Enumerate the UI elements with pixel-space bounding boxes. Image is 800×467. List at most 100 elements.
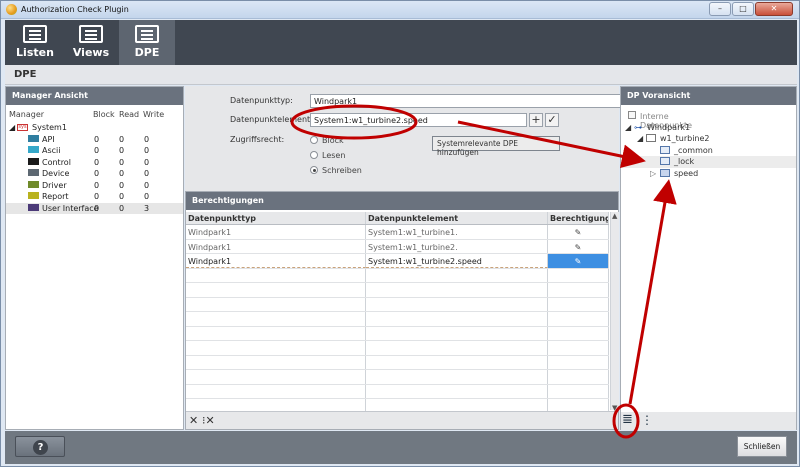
pencil-icon[interactable]: ✎ [548,239,609,253]
cell-permission [548,370,609,384]
permission-row[interactable]: Windpark1 System1:w1_turbine1. ✎ [186,225,609,240]
cell-element[interactable]: System1:w1_turbine2. [366,239,548,253]
manager-cell-block: 0 [94,146,100,155]
manager-row[interactable]: Device 0 0 0 [6,168,183,180]
dpe-form: Datenpunkttyp: Windpark1 Datenpunkteleme… [185,86,637,191]
empty-row [186,268,609,283]
permissions-footer: ✕ ⁝✕ [186,411,618,429]
cell-permission [548,297,609,311]
manager-cell-write: 0 [144,146,150,155]
internal-dp-checkbox[interactable]: Interne Datenpunkte [621,110,796,130]
cell-permission [548,326,609,340]
app-window: Authorization Check Plugin – □ ✕ Listen … [0,0,800,467]
permission-row[interactable]: Windpark1 System1:w1_turbine2.speed ✎ [186,254,609,269]
tree-leaf-common[interactable]: _common [621,145,796,157]
toolbar-views-button[interactable]: Views [63,20,119,65]
manager-table-header: Manager Block Read Write [6,110,183,122]
cell-permission [548,283,609,297]
manager-cell-block: 0 [94,180,100,190]
col-datenpunkttyp[interactable]: Datenpunkttyp [186,212,366,224]
scroll-up-icon[interactable]: ▲ [612,212,617,220]
empty-row [186,326,609,341]
close-button[interactable]: Schließen [737,436,787,457]
type-input[interactable]: Windpark1 [310,94,637,108]
permission-row[interactable]: Windpark1 System1:w1_turbine2. ✎ [186,239,609,254]
radio-write-circle[interactable] [310,166,318,174]
tree-root-system1[interactable]: ◢ sys System1 [6,122,183,134]
manager-cell-write: 3 [144,203,150,213]
radio-read-label: Lesen [322,151,346,160]
config-icon [660,145,670,154]
radio-read-circle[interactable] [310,151,318,159]
manager-cell-block: 0 [94,203,100,213]
cell-element[interactable]: System1:w1_turbine1. [366,225,548,239]
permissions-panel: Berechtigungen Datenpunkttyp Datenpunkte… [185,191,619,430]
help-button[interactable]: ? [15,436,65,457]
expand-arrow-icon[interactable]: ◢ [625,123,631,132]
minimize-button[interactable]: – [709,2,731,16]
maximize-button[interactable]: □ [732,2,754,16]
manager-row[interactable]: Report 0 0 0 [6,191,183,203]
bottom-bar: ? Schließen [5,431,797,464]
checkbox-icon[interactable] [628,111,636,119]
cell-type [186,384,366,398]
pencil-icon[interactable]: ✎ [548,225,609,239]
manager-cell-name: Report [42,192,69,201]
tree-leaf-speed[interactable]: ▷ speed [621,168,796,180]
manager-color-icon [28,169,39,176]
radio-block[interactable]: Block [310,136,344,145]
tree-leaf-lock[interactable]: _lock [621,156,796,168]
manager-row[interactable]: Driver 0 0 0 [6,180,183,192]
cell-element [366,283,548,297]
close-window-button[interactable]: ✕ [755,2,793,16]
expand-arrow-icon[interactable]: ◢ [9,123,15,132]
col-datenpunktelement[interactable]: Datenpunktelement [366,212,548,224]
manager-row[interactable]: Ascii 0 0 0 [6,145,183,157]
permissions-title: Berechtigungen [186,192,618,210]
toolbar-dpe-button[interactable]: DPE [119,20,175,65]
cell-type [186,283,366,297]
element-input[interactable]: System1:w1_turbine2.speed [310,113,527,127]
confirm-icon[interactable]: ✓ [545,113,559,127]
radio-read[interactable]: Lesen [310,151,345,160]
tree-root-label: System1 [32,123,67,132]
pencil-icon[interactable]: ✎ [548,254,609,268]
permissions-scrollbar[interactable]: ▲ ▼ [610,212,619,412]
manager-cell-read: 0 [119,192,125,201]
delete-all-icon[interactable]: ⁝✕ [202,414,215,427]
col-berechtigung[interactable]: Berechtigung [548,212,609,224]
collapse-arrow-icon[interactable]: ▷ [650,169,656,178]
add-icon[interactable]: + [529,113,543,127]
manager-row[interactable]: User Interface 0 0 3 [6,202,183,214]
manager-cell-read: 0 [119,157,125,167]
manager-cell-name: Control [42,157,71,167]
manager-row[interactable]: Control 0 0 0 [6,157,183,169]
radio-block-label: Block [322,136,344,145]
list-view-icon[interactable]: ≣ [622,412,633,427]
toolbar-listen-button[interactable]: Listen [7,20,63,65]
manager-cell-write: 0 [144,180,150,190]
radio-block-circle[interactable] [310,136,318,144]
cell-permission [548,355,609,369]
cell-element[interactable]: System1:w1_turbine2.speed [366,254,548,268]
cell-type[interactable]: Windpark1 [186,239,366,253]
tree-node-windpark1[interactable]: ◢ ⊶ Windpark1 [621,122,796,134]
app-icon [6,4,17,15]
manager-row[interactable]: API 0 0 0 [6,134,183,146]
cell-element [366,384,548,398]
expand-arrow-icon[interactable]: ◢ [637,134,643,143]
cell-permission [548,384,609,398]
manager-cell-read: 0 [119,169,125,178]
tree-view-icon[interactable]: ⋮ [641,413,653,427]
cell-type [186,268,366,282]
tree-leaf-label: _common [674,145,713,155]
delete-icon[interactable]: ✕ [189,414,198,427]
radio-write[interactable]: Schreiben [310,166,362,175]
list-icon [23,25,47,43]
cell-type[interactable]: Windpark1 [186,254,366,268]
manager-color-icon [28,203,39,211]
tree-node-turbine2[interactable]: ◢ w1_turbine2 [621,133,796,145]
cell-type[interactable]: Windpark1 [186,225,366,239]
main-toolbar: Listen Views DPE [5,20,797,65]
radio-write-label: Schreiben [322,166,362,175]
